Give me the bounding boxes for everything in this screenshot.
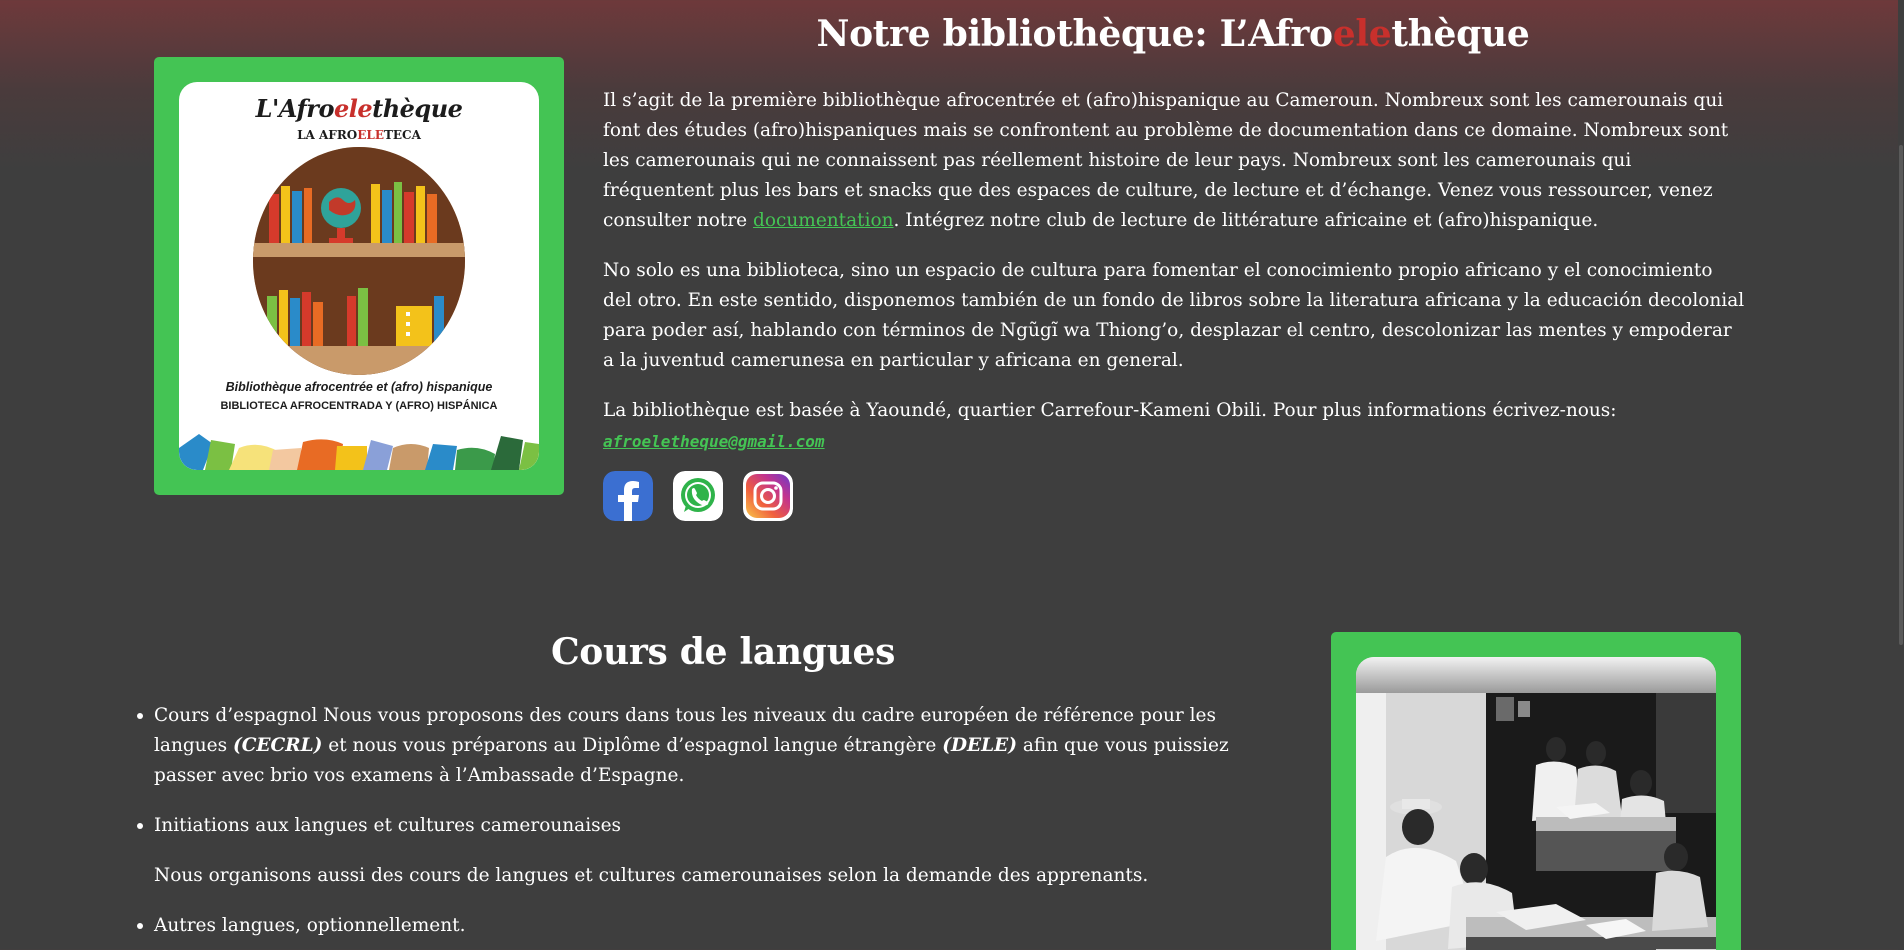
library-title-part1: Notre bibliothèque: L’Afro xyxy=(816,13,1333,55)
bookshelf-illustration xyxy=(253,147,465,375)
bullet-icon xyxy=(137,823,143,829)
poster-subtitle-accent: ELE xyxy=(357,128,384,142)
poster-title-accent: ele xyxy=(333,94,373,123)
list-item-other: Autres langues, optionnellement. xyxy=(137,911,1292,941)
courses-list: Cours d’espagnol Nous vous proposons des… xyxy=(137,701,1292,950)
list-item-cameroon: Initiations aux langues et cultures came… xyxy=(137,811,1292,841)
list-item-spanish: Cours d’espagnol Nous vous proposons des… xyxy=(137,701,1292,791)
cecrl-emphasis: (CECRL) xyxy=(232,735,323,756)
course-cameroon-text: Initiations aux langues et cultures came… xyxy=(154,815,622,836)
instagram-icon[interactable] xyxy=(743,471,793,521)
library-title-part2: thèque xyxy=(1391,13,1530,55)
library-paragraph-1: Il s’agit de la première bibliothèque af… xyxy=(603,86,1745,236)
course-spanish-text-2: et nous vous préparons au Diplôme d’espa… xyxy=(322,735,943,756)
library-poster-frame: L'Afroelethèque LA AFROELETECA Bibliothè… xyxy=(154,57,564,495)
courses-title: Cours de langues xyxy=(550,631,896,673)
email-link[interactable]: afroeletheque@gmail.com xyxy=(603,430,825,454)
poster-title-part2: thèque xyxy=(372,94,463,123)
books-row-illustration xyxy=(179,434,539,470)
poster-subtitle: LA AFROELETECA xyxy=(179,128,539,142)
course-other-text: Autres langues, optionnellement. xyxy=(154,915,466,936)
library-title: Notre bibliothèque: L’Afroelethèque xyxy=(602,12,1744,56)
library-paragraph-1-end: . Intégrez notre club de lecture de litt… xyxy=(893,210,1599,231)
library-description: Il s’agit de la première bibliothèque af… xyxy=(603,86,1745,446)
poster-title: L'Afroelethèque xyxy=(179,94,539,124)
library-section: Notre bibliothèque: L’Afroelethèque L'Af… xyxy=(0,0,1904,560)
documentation-link[interactable]: documentation xyxy=(753,210,894,231)
poster-caption-es: BIBLIOTECA AFROCENTRADA Y (AFRO) HISPÁNI… xyxy=(220,400,498,412)
poster-subtitle-part1: LA AFRO xyxy=(297,128,358,142)
dele-emphasis: (DELE) xyxy=(942,735,1017,756)
poster-caption-fr: Bibliothèque afrocentrée et (afro) hispa… xyxy=(225,380,493,394)
library-paragraph-2: No solo es una biblioteca, sino un espac… xyxy=(603,260,1745,371)
poster-subtitle-part2: TECA xyxy=(383,128,421,142)
whatsapp-icon[interactable] xyxy=(673,471,723,521)
library-title-accent: ele xyxy=(1332,13,1392,55)
facebook-icon[interactable] xyxy=(603,471,653,521)
classroom-photo xyxy=(1356,657,1716,950)
classroom-photo-illustration xyxy=(1356,657,1716,950)
courses-photo-frame xyxy=(1331,632,1741,950)
library-poster-image: L'Afroelethèque LA AFROELETECA Bibliothè… xyxy=(179,82,539,470)
bullet-icon xyxy=(137,923,143,929)
library-paragraph-3: La bibliothèque est basée à Yaoundé, qua… xyxy=(603,400,1617,421)
bullet-icon xyxy=(137,713,143,719)
course-cameroon-note: Nous organisons aussi des cours de langu… xyxy=(154,865,1149,886)
poster-title-part1: L'Afro xyxy=(255,94,335,123)
